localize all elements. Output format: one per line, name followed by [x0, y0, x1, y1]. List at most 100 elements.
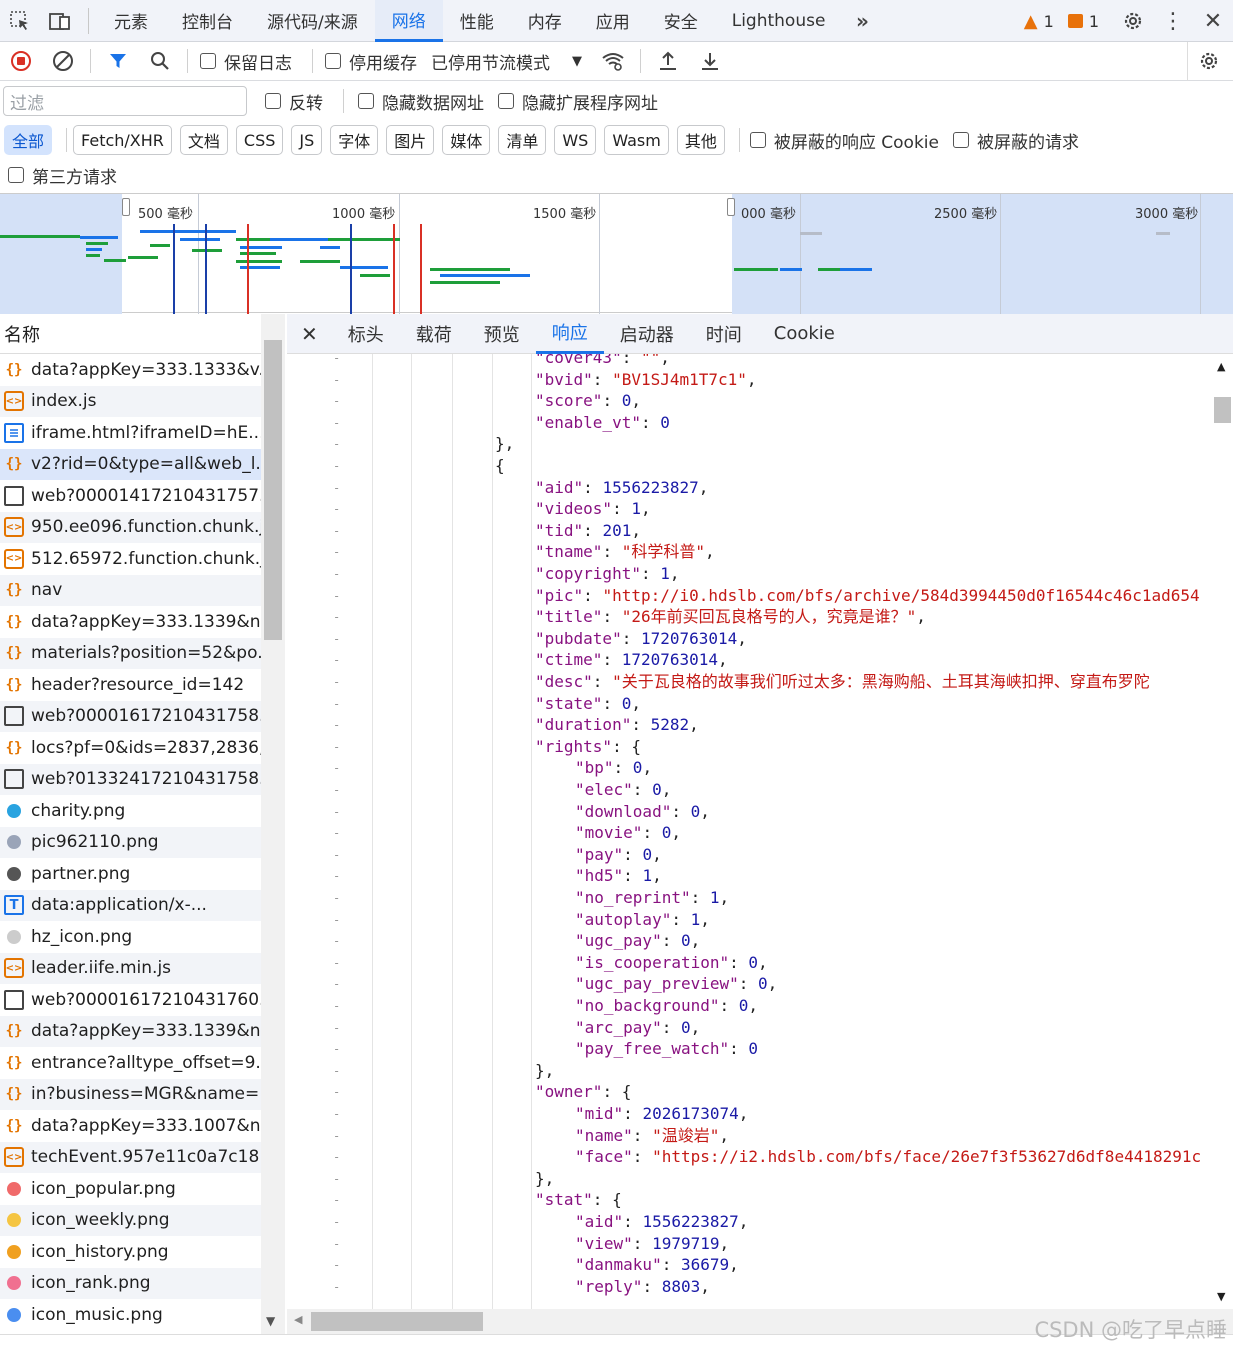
fold-marker[interactable]: - [333, 545, 340, 559]
request-row[interactable]: {} v2?rid=0&type=all&web_l... [0, 448, 261, 480]
settings-gear-icon[interactable] [1113, 0, 1153, 42]
tab-5[interactable]: 内存 [511, 0, 579, 42]
request-row[interactable]: icon_music.png [0, 1299, 261, 1331]
response-scrollbar[interactable]: ▲ ▼ [1212, 354, 1233, 1309]
fold-marker[interactable]: - [333, 869, 340, 883]
request-row[interactable]: web?01332417210431758... [0, 763, 261, 795]
blocked-requests-checkbox[interactable]: 被屏蔽的请求 [952, 128, 1079, 153]
filter-toggle-button[interactable] [97, 42, 139, 81]
scrollbar-thumb[interactable] [311, 1312, 483, 1331]
timeline-overview[interactable]: 500 毫秒 1000 毫秒 1500 毫秒 000 毫秒 2500 毫秒 30… [0, 193, 1233, 314]
checkbox-box[interactable] [325, 53, 341, 69]
close-detail-icon[interactable]: ✕ [287, 314, 332, 354]
fold-marker[interactable]: - [333, 1042, 340, 1056]
request-row[interactable]: iframe.html?iframeID=hE... [0, 417, 261, 449]
fold-marker[interactable]: - [333, 891, 340, 905]
type-filter-pill[interactable]: Fetch/XHR [73, 125, 172, 155]
network-settings-button[interactable] [1187, 41, 1229, 81]
type-filter-pill[interactable]: 图片 [386, 125, 435, 155]
fold-marker[interactable]: - [333, 1150, 340, 1164]
fold-marker[interactable]: - [333, 956, 340, 970]
scroll-down-icon[interactable]: ▼ [1217, 1290, 1225, 1303]
issue-badge[interactable]: 1 [1067, 12, 1099, 31]
type-filter-pill[interactable]: Wasm [604, 125, 669, 155]
search-button[interactable] [139, 42, 181, 81]
tab-7[interactable]: 安全 [647, 0, 715, 42]
request-row[interactable]: Tdata:application/x-... [0, 889, 261, 921]
export-har-button[interactable] [689, 42, 731, 81]
detail-tab-3[interactable]: 响应 [535, 314, 604, 354]
type-filter-pill[interactable]: 文档 [179, 125, 228, 155]
fold-marker[interactable]: - [333, 1107, 340, 1121]
request-row[interactable]: {} nav [0, 574, 261, 606]
clear-button[interactable] [42, 42, 84, 81]
type-filter-pill[interactable]: CSS [235, 125, 284, 155]
fold-marker[interactable]: - [333, 524, 340, 538]
request-row[interactable]: <> 950.ee096.function.chunk.js [0, 511, 261, 543]
fold-marker[interactable]: - [333, 437, 340, 451]
fold-marker[interactable]: - [333, 354, 340, 365]
fold-marker[interactable]: - [333, 1280, 340, 1294]
request-row[interactable]: {} locs?pf=0&ids=2837,2836,... [0, 732, 261, 764]
tab-6[interactable]: 应用 [579, 0, 647, 42]
request-row[interactable]: web?00001417210431757... [0, 480, 261, 512]
fold-marker[interactable]: - [333, 697, 340, 711]
tab-8[interactable]: Lighthouse [715, 0, 843, 42]
type-filter-pill[interactable]: 其他 [676, 125, 725, 155]
checkbox-box[interactable] [8, 167, 24, 183]
type-filter-pill[interactable]: WS [554, 125, 597, 155]
fold-marker[interactable]: - [333, 653, 340, 667]
blocked-cookies-checkbox[interactable]: 被屏蔽的响应 Cookie [749, 128, 939, 153]
checkbox-box[interactable] [200, 53, 216, 69]
disable-cache-checkbox[interactable]: 停用缓存 [325, 49, 417, 74]
request-row[interactable]: <> techEvent.957e11c0a7c18... [0, 1141, 261, 1173]
tab-1[interactable]: 控制台 [165, 0, 250, 42]
warning-badge[interactable]: ▲ 1 [1024, 11, 1054, 32]
checkbox-box[interactable] [498, 93, 514, 109]
device-toolbar-icon[interactable] [40, 0, 80, 42]
fold-marker[interactable]: - [333, 934, 340, 948]
hide-data-urls-checkbox[interactable]: 隐藏数据网址 [358, 89, 484, 114]
request-list-scrollbar[interactable]: ▼ [261, 314, 285, 1334]
fold-marker[interactable]: - [333, 416, 340, 430]
type-filter-pill[interactable]: 清单 [498, 125, 547, 155]
name-column-header[interactable]: 名称 ▲ [0, 314, 285, 354]
selection-handle-right[interactable] [727, 198, 735, 216]
request-row[interactable]: {} data?appKey=333.1333&v... [0, 354, 261, 386]
request-row[interactable]: partner.png [0, 858, 261, 890]
network-conditions-button[interactable] [592, 42, 634, 81]
scrollbar-thumb[interactable] [1214, 397, 1231, 423]
request-row[interactable]: <> leader.iife.min.js [0, 952, 261, 984]
fold-marker[interactable]: - [333, 718, 340, 732]
fold-marker[interactable]: - [333, 1215, 340, 1229]
request-row[interactable]: {} entrance?alltype_offset=9... [0, 1047, 261, 1079]
request-row[interactable]: {} data?appKey=333.1339&n... [0, 1015, 261, 1047]
fold-marker[interactable]: - [333, 1085, 340, 1099]
fold-marker[interactable]: - [333, 783, 340, 797]
response-viewer[interactable]: - - - - - - - - - - - - - - - - - - - - - - - - - - - - - - - - - - - - - - - -… [287, 354, 1213, 1309]
fold-marker[interactable]: - [333, 761, 340, 775]
close-devtools-icon[interactable]: ✕ [1193, 0, 1233, 42]
fold-marker[interactable]: - [333, 999, 340, 1013]
hide-extension-urls-checkbox[interactable]: 隐藏扩展程序网址 [498, 89, 658, 114]
fold-marker[interactable]: - [333, 1193, 340, 1207]
request-row[interactable]: web?00001617210431760... [0, 984, 261, 1016]
scrollbar-thumb[interactable] [264, 340, 282, 640]
fold-marker[interactable]: - [333, 481, 340, 495]
request-row[interactable]: {} in?business=MGR&name=... [0, 1078, 261, 1110]
selection-handle-left[interactable] [122, 198, 130, 216]
detail-tab-1[interactable]: 载荷 [400, 314, 468, 354]
detail-tab-5[interactable]: 时间 [690, 314, 758, 354]
invert-checkbox[interactable]: 反转 [265, 89, 323, 114]
type-filter-pill[interactable]: 媒体 [442, 125, 491, 155]
detail-tab-4[interactable]: 启动器 [604, 314, 690, 354]
request-row[interactable]: <> index.js [0, 385, 261, 417]
detail-tab-6[interactable]: Cookie [758, 314, 851, 354]
stop-recording-button[interactable] [0, 42, 42, 81]
request-row[interactable]: <> 512.65972.function.chunk.js [0, 543, 261, 575]
fold-marker[interactable]: - [333, 1237, 340, 1251]
fold-marker[interactable]: - [333, 805, 340, 819]
throttle-select[interactable]: 已停用节流模式 ▼ [431, 49, 582, 74]
fold-marker[interactable]: - [333, 567, 340, 581]
import-har-button[interactable] [647, 42, 689, 81]
